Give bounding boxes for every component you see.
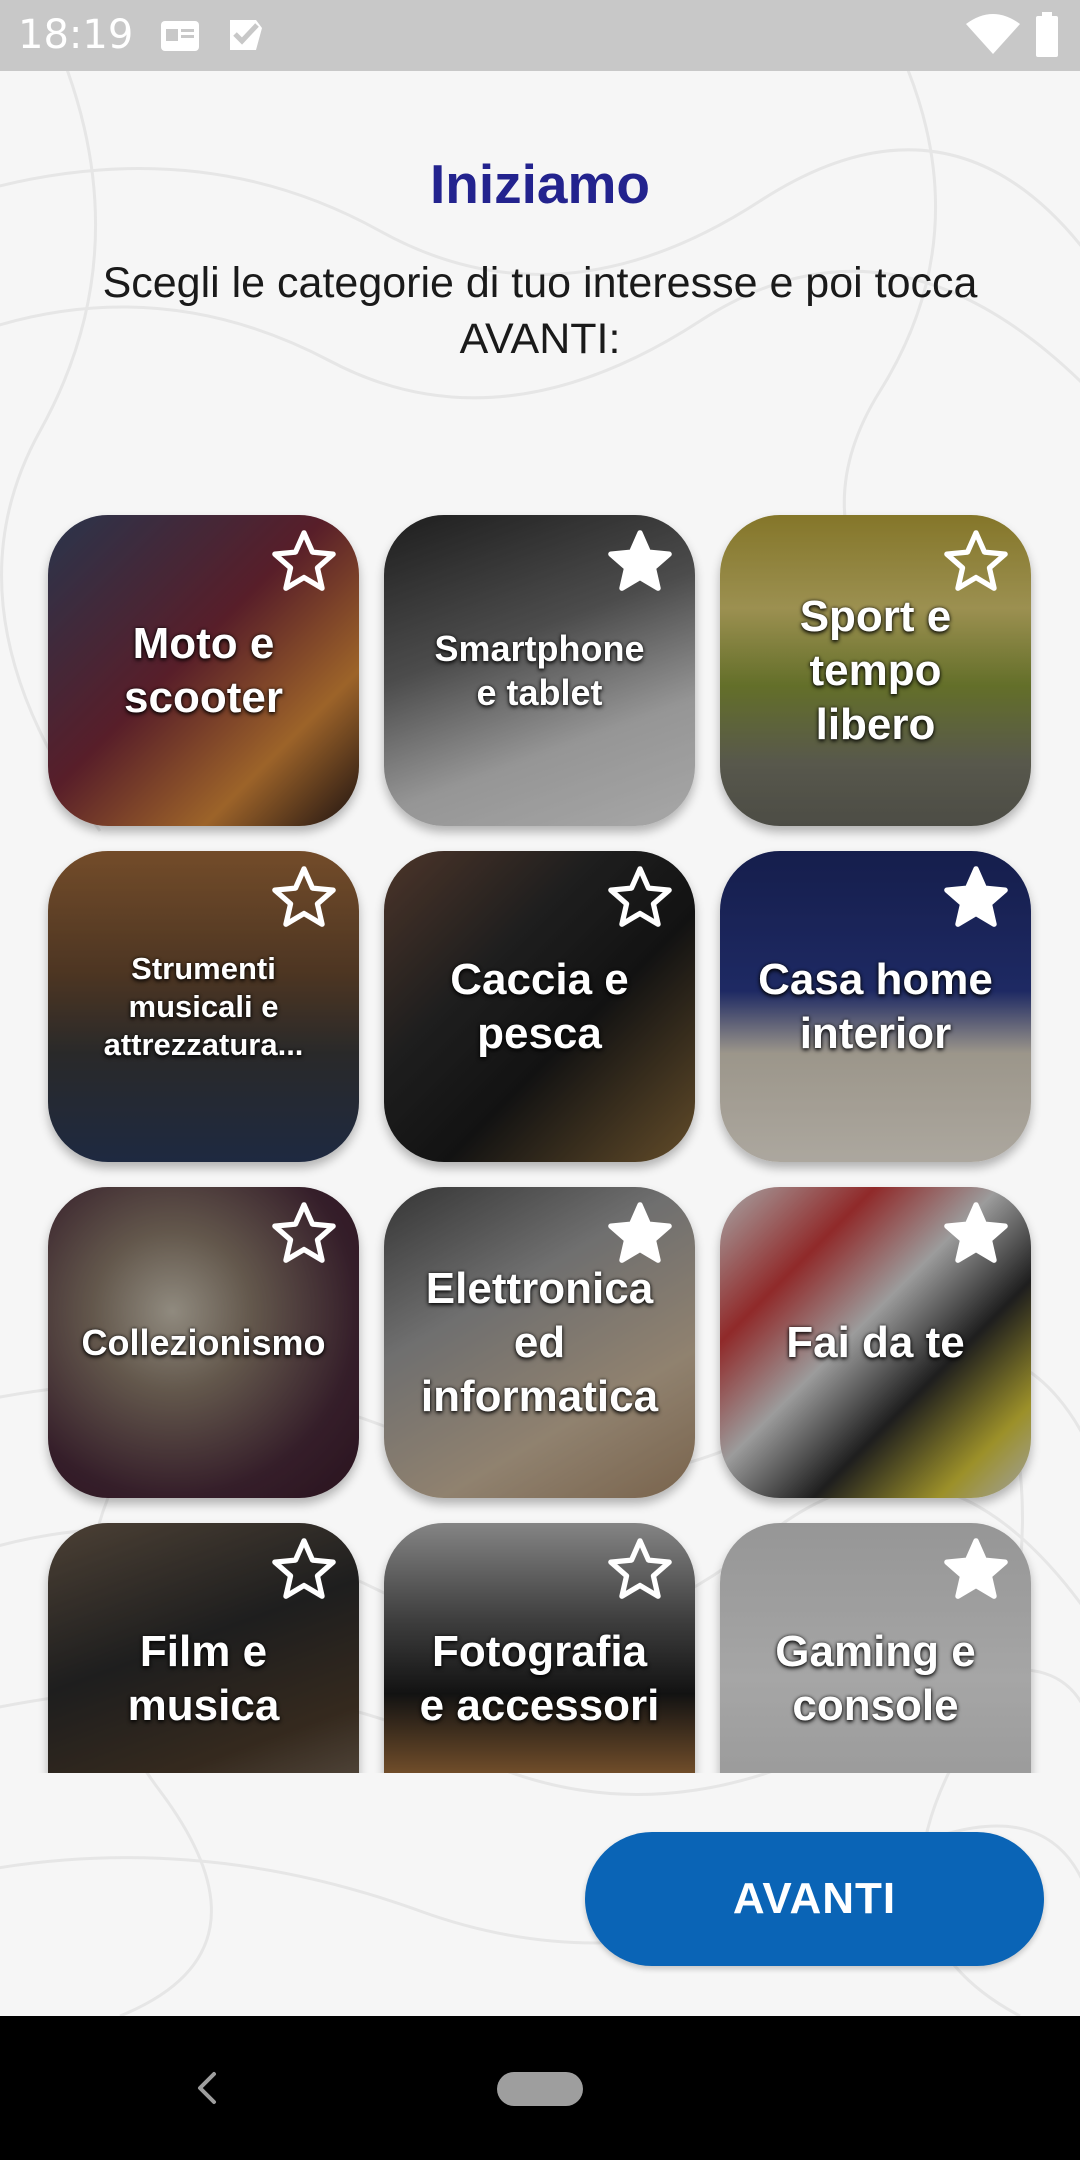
star-filled-icon[interactable] [941, 1199, 1011, 1269]
onboarding-screen: Iniziamo Scegli le categorie di tuo inte… [0, 71, 1080, 2016]
wifi-icon [966, 14, 1020, 54]
star-outline-icon[interactable] [269, 527, 339, 597]
star-filled-icon[interactable] [605, 1199, 675, 1269]
category-tile-strumenti[interactable]: Strumenti musicali e attrezzatura... [48, 851, 359, 1162]
category-grid: Moto e scooter Smartphone e tablet Sport… [0, 445, 1080, 1773]
star-filled-icon[interactable] [941, 1535, 1011, 1605]
category-tile-fai-da-te[interactable]: Fai da te [720, 1187, 1031, 1498]
star-outline-icon[interactable] [269, 863, 339, 933]
category-tile-casa[interactable]: Casa home interior [720, 851, 1031, 1162]
system-nav-bar [0, 2016, 1080, 2160]
star-outline-icon[interactable] [269, 1199, 339, 1269]
category-tile-gaming[interactable]: Gaming e console [720, 1523, 1031, 1773]
category-tile-fotografia[interactable]: Fotografia e accessori [384, 1523, 695, 1773]
category-tile-smartphone[interactable]: Smartphone e tablet [384, 515, 695, 826]
star-outline-icon[interactable] [605, 863, 675, 933]
star-filled-icon[interactable] [941, 863, 1011, 933]
next-button[interactable]: AVANTI [585, 1832, 1044, 1966]
category-tile-film[interactable]: Film e musica [48, 1523, 359, 1773]
home-button[interactable] [497, 2072, 583, 2106]
star-outline-icon[interactable] [941, 527, 1011, 597]
category-tile-sport[interactable]: Sport e tempo libero [720, 515, 1031, 826]
notification-card-icon [161, 21, 199, 51]
category-tile-caccia[interactable]: Caccia e pesca [384, 851, 695, 1162]
star-outline-icon[interactable] [269, 1535, 339, 1605]
category-tile-collezionismo[interactable]: Collezionismo [48, 1187, 359, 1498]
page-title: Iniziamo [429, 153, 651, 215]
back-icon[interactable] [190, 2070, 226, 2106]
category-tile-elettronica[interactable]: Elettronica ed informatica [384, 1187, 695, 1498]
star-filled-icon[interactable] [605, 527, 675, 597]
status-time: 18:19 [18, 12, 134, 58]
battery-icon [1036, 12, 1058, 57]
category-tile-moto[interactable]: Moto e scooter [48, 515, 359, 826]
page-subtitle: Scegli le categorie di tuo interesse e p… [102, 259, 978, 363]
star-outline-icon[interactable] [605, 1535, 675, 1605]
status-bar: 18:19 [0, 0, 1080, 71]
check-badge-icon [230, 20, 262, 50]
